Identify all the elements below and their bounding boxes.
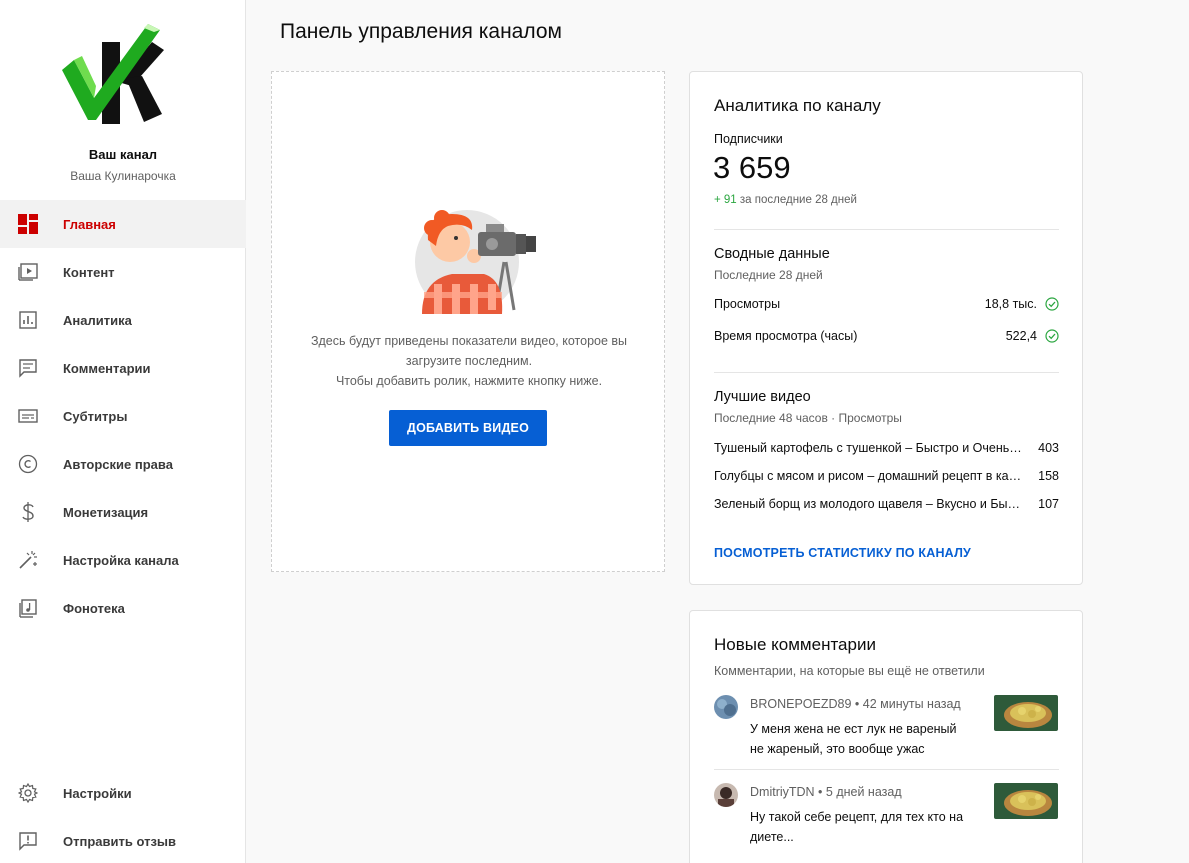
comment-time: 42 минуты назад	[862, 697, 961, 711]
sidebar-item-analytics[interactable]: Аналитика	[0, 296, 246, 344]
sidebar: Ваш канал Ваша Кулинарочка Главная Конте…	[0, 0, 246, 863]
magic-wand-icon	[17, 549, 39, 571]
metric-row-views: Просмотры 18,8 тыс.	[714, 294, 1059, 314]
sidebar-item-label: Отправить отзыв	[63, 833, 176, 849]
sidebar-item-subtitles[interactable]: Субтитры	[0, 392, 246, 440]
audio-library-icon	[17, 597, 39, 619]
subscribers-delta: + 91 за последние 28 дней	[714, 194, 857, 206]
video-thumbnail[interactable]	[994, 783, 1058, 819]
dollar-icon	[17, 501, 39, 523]
copyright-icon	[17, 453, 39, 475]
avatar[interactable]	[714, 695, 738, 719]
content-icon	[17, 261, 39, 283]
comment-meta: DmitriyTDN • 5 дней назад	[750, 785, 902, 799]
metric-label: Время просмотра (часы)	[714, 329, 858, 343]
video-title: Зеленый борщ из молодого щавеля – Вкусно…	[714, 497, 1024, 511]
comments-subtitle: Комментарии, на которые вы ещё не ответи…	[714, 664, 985, 678]
dashboard-icon	[17, 213, 39, 235]
divider	[714, 229, 1059, 230]
sidebar-item-label: Главная	[63, 216, 116, 232]
sidebar-item-copyright[interactable]: Авторские права	[0, 440, 246, 488]
subtitles-icon	[17, 405, 39, 427]
sidebar-item-label: Контент	[63, 264, 115, 280]
comment-text: У меня жена не ест лук не вареный не жар…	[750, 719, 990, 759]
sidebar-item-feedback[interactable]: Отправить отзыв	[0, 817, 246, 863]
sidebar-item-monetization[interactable]: Монетизация	[0, 488, 246, 536]
summary-period: Последние 28 дней	[714, 268, 823, 282]
feedback-icon	[17, 830, 39, 852]
sidebar-item-content[interactable]: Контент	[0, 248, 246, 296]
video-title: Тушеный картофель с тушенкой – Быстро и …	[714, 441, 1024, 455]
sidebar-nav: Главная Контент Аналитика Комментарии Су…	[0, 200, 246, 632]
divider	[714, 372, 1059, 373]
upload-message-line: загрузите последним.	[405, 354, 533, 368]
sidebar-item-label: Комментарии	[63, 360, 151, 376]
avatar[interactable]	[714, 783, 738, 807]
channel-name: Ваша Кулинарочка	[70, 169, 176, 183]
analytics-icon	[17, 309, 39, 331]
sidebar-bottom-nav: Настройки Отправить отзыв	[0, 769, 246, 863]
check-circle-icon	[1045, 297, 1059, 311]
comment-author[interactable]: BRONEPOEZD89	[750, 697, 851, 711]
subscribers-count: 3 659	[713, 150, 791, 185]
video-views: 403	[1038, 441, 1059, 455]
upload-message-line: Здесь будут приведены показатели видео, …	[310, 334, 628, 348]
camera-operator-illustration	[412, 202, 542, 322]
top-videos-period: Последние 48 часов · Просмотры	[714, 411, 902, 425]
view-channel-analytics-link[interactable]: ПОСМОТРЕТЬ СТАТИСТИКУ ПО КАНАЛУ	[714, 546, 971, 560]
comment-text-line: диете...	[750, 830, 794, 844]
sidebar-item-label: Фонотека	[63, 600, 125, 616]
top-video-row[interactable]: Тушеный картофель с тушенкой – Быстро и …	[714, 438, 1059, 458]
check-circle-icon	[1045, 329, 1059, 343]
sidebar-item-label: Настройка канала	[63, 552, 179, 568]
channel-analytics-card: Аналитика по каналу Подписчики 3 659 + 9…	[689, 71, 1083, 585]
comment-time: 5 дней назад	[825, 785, 902, 799]
top-videos-title: Лучшие видео	[714, 389, 811, 405]
channel-title: Ваш канал	[88, 147, 158, 162]
comment-text-line: У меня жена не ест лук не вареный	[750, 722, 957, 736]
upload-card: Здесь будут приведены показатели видео, …	[271, 71, 665, 572]
subscribers-delta-period: за последние 28 дней	[739, 194, 857, 206]
comments-title: Новые комментарии	[714, 635, 876, 654]
sidebar-item-comments[interactable]: Комментарии	[0, 344, 246, 392]
comment-text-line: не жареный, это вообще ужас	[750, 742, 925, 756]
video-views: 107	[1038, 497, 1059, 511]
comment-text: Ну такой себе рецепт, для тех кто на дие…	[750, 807, 990, 847]
metric-value: 18,8 тыс.	[984, 297, 1037, 311]
upload-message: Здесь будут приведены показатели видео, …	[272, 331, 666, 391]
upload-message-line: Чтобы добавить ролик, нажмите кнопку ниж…	[335, 374, 603, 388]
metric-value: 522,4	[1005, 329, 1037, 343]
top-video-row[interactable]: Голубцы с мясом и рисом – домашний рецеп…	[714, 466, 1059, 486]
sidebar-item-customization[interactable]: Настройка канала	[0, 536, 246, 584]
metric-label: Просмотры	[714, 297, 781, 311]
video-title: Голубцы с мясом и рисом – домашний рецеп…	[714, 469, 1024, 483]
sidebar-item-settings[interactable]: Настройки	[0, 769, 246, 817]
subscribers-delta-value: + 91	[714, 194, 737, 206]
comment-meta: BRONEPOEZD89 • 42 минуты назад	[750, 697, 961, 711]
sidebar-item-label: Настройки	[63, 785, 132, 801]
video-views: 158	[1038, 469, 1059, 483]
subscribers-label: Подписчики	[714, 132, 783, 146]
channel-logo[interactable]	[60, 20, 168, 130]
sidebar-item-label: Субтитры	[63, 408, 128, 424]
sidebar-item-label: Аналитика	[63, 312, 132, 328]
metric-row-watch-time: Время просмотра (часы) 522,4	[714, 326, 1059, 346]
top-video-row[interactable]: Зеленый борщ из молодого щавеля – Вкусно…	[714, 494, 1059, 514]
comments-icon	[17, 357, 39, 379]
video-thumbnail[interactable]	[994, 695, 1058, 731]
sidebar-item-audio-library[interactable]: Фонотека	[0, 584, 246, 632]
summary-title: Сводные данные	[714, 246, 830, 262]
add-video-button[interactable]: ДОБАВИТЬ ВИДЕО	[389, 410, 547, 446]
sidebar-item-label: Монетизация	[63, 504, 149, 520]
analytics-title: Аналитика по каналу	[714, 96, 881, 115]
divider	[714, 769, 1059, 770]
new-comments-card: Новые комментарии Комментарии, на которы…	[689, 610, 1083, 863]
page-title: Панель управления каналом	[280, 20, 562, 43]
sidebar-item-dashboard[interactable]: Главная	[0, 200, 246, 248]
comment-author[interactable]: DmitriyTDN	[750, 785, 815, 799]
gear-icon	[17, 782, 39, 804]
sidebar-item-label: Авторские права	[63, 456, 173, 472]
comment-text-line: Ну такой себе рецепт, для тех кто на	[750, 810, 964, 824]
